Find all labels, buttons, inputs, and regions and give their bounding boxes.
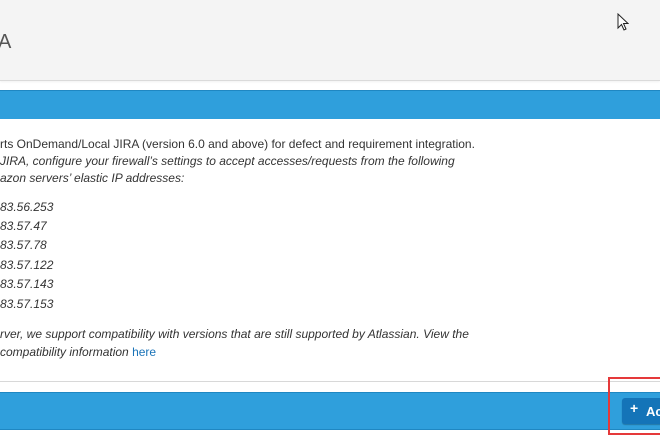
- compat-line-2: compatibility information here: [0, 345, 156, 359]
- add-button[interactable]: + Ac: [622, 398, 660, 424]
- mouse-pointer-icon: [617, 13, 629, 31]
- plus-icon: +: [630, 400, 639, 416]
- page-title: A: [0, 31, 12, 53]
- page-header: A: [0, 0, 660, 81]
- ip-address: 83.56.253: [0, 200, 54, 214]
- compat-line-1: rver, we support compatibility with vers…: [0, 327, 469, 341]
- ip-address: 83.57.122: [0, 258, 54, 272]
- compat-info-link[interactable]: here: [132, 345, 156, 359]
- add-button-label: Ac: [646, 404, 660, 419]
- jira-info-panel: rts OnDemand/Local JIRA (version 6.0 and…: [0, 119, 660, 382]
- intro-line-3: azon servers’ elastic IP addresses:: [0, 171, 185, 185]
- action-bar: [0, 392, 660, 430]
- ip-address: 83.57.47: [0, 219, 47, 233]
- compat-text: compatibility information: [0, 345, 133, 359]
- ip-address: 83.57.78: [0, 238, 47, 252]
- ip-address: 83.57.143: [0, 277, 54, 291]
- section-header-bar: [0, 90, 660, 120]
- intro-line-1: rts OnDemand/Local JIRA (version 6.0 and…: [0, 137, 475, 151]
- ip-address: 83.57.153: [0, 297, 54, 311]
- intro-line-2: JIRA, configure your firewall’s settings…: [0, 154, 455, 168]
